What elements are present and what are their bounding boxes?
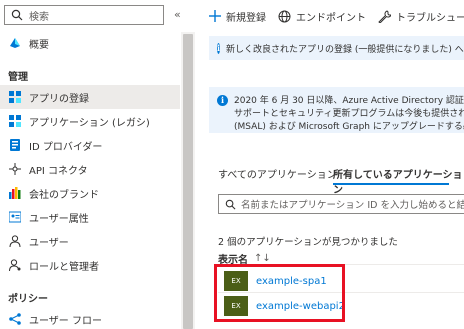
app-grid-icon: [9, 115, 21, 127]
sidebar-item-label: 会社のブランド: [29, 189, 99, 201]
sidebar-scrollbar-thumb[interactable]: [183, 34, 193, 329]
banner-line-3: (MSAL) および Microsoft Graph にアップグレードする必要が…: [234, 122, 464, 132]
tab-all-applications[interactable]: すべてのアプリケーション: [218, 166, 337, 181]
endpoints-button[interactable]: エンドポイント: [278, 9, 366, 24]
info-banner-new-registration[interactable]: i 新しく改良されたアプリの登録 (一般提供になりました) へようこそ: [209, 36, 464, 60]
sidebar-item-label: アプリケーション (レガシ): [29, 117, 150, 129]
sidebar-item-user-flows[interactable]: ユーザー フロー: [0, 307, 180, 329]
sidebar-item-user-attributes[interactable]: ユーザー属性: [0, 205, 180, 229]
branding-icon: [9, 187, 21, 199]
sidebar-item-app-registrations[interactable]: アプリの登録: [0, 85, 180, 109]
section-policy: ポリシー: [8, 294, 48, 305]
globe-icon: [278, 10, 291, 23]
results-count: 2 個のアプリケーションが見つかりました: [218, 237, 398, 248]
azure-ad-icon: [9, 37, 21, 49]
app-grid-icon: [9, 91, 21, 103]
filter-placeholder: 名前またはアプリケーション ID を入力し始めると結果がフィルタ: [241, 200, 464, 211]
sidebar-item-api-connectors[interactable]: API コネクタ: [0, 157, 180, 181]
banner-line-1-text: 2020 年 6 月 30 日以降、Azure Active Directory…: [234, 96, 464, 106]
search-icon: [11, 9, 23, 21]
command-bar: 新規登録 エンドポイント トラブルシューティング: [208, 0, 464, 32]
banner-line-2: サポートとセキュリティ更新プログラムは今後も提供されます: [234, 109, 464, 119]
user-attributes-icon: [9, 211, 21, 223]
banner-line-1: i 2020 年 6 月 30 日以降、Azure Active Director…: [217, 95, 464, 108]
sidebar-item-label: ユーザー フロー: [29, 315, 102, 327]
plus-icon: [208, 10, 221, 23]
troubleshooting-button[interactable]: トラブルシューティング: [378, 9, 464, 24]
sidebar-item-company-branding[interactable]: 会社のブランド: [0, 181, 180, 205]
user-flow-icon: [9, 313, 21, 325]
id-provider-icon: [9, 139, 21, 151]
search-icon: [225, 199, 236, 209]
collapse-sidebar-button[interactable]: «: [174, 8, 181, 21]
info-icon: i: [217, 95, 228, 106]
filter-input[interactable]: 名前またはアプリケーション ID を入力し始めると結果がフィルタ: [218, 194, 464, 214]
sidebar-item-label: アプリの登録: [29, 93, 89, 105]
banner-text: 新しく改良されたアプリの登録 (一般提供になりました) へようこそ: [226, 44, 464, 55]
sort-icon[interactable]: ↑↓: [254, 253, 271, 264]
sidebar-item-label: ユーザー: [29, 237, 69, 249]
search-placeholder: 検索: [29, 11, 49, 23]
connector-icon: [9, 163, 21, 175]
sidebar-item-label: ユーザー属性: [29, 213, 89, 225]
sidebar-search-input[interactable]: 検索: [4, 5, 164, 25]
sidebar-item-label: API コネクタ: [29, 165, 88, 177]
sidebar-item-identity-providers[interactable]: ID プロバイダー: [0, 133, 180, 157]
sidebar-item-label: 概要: [29, 39, 49, 51]
troubleshooting-label: トラブルシューティング: [396, 12, 464, 24]
endpoints-label: エンドポイント: [296, 12, 366, 24]
section-manage: 管理: [8, 72, 28, 83]
roles-icon: [9, 259, 21, 271]
sidebar: 検索 « 概要 管理 アプリの登録 アプリケーション (レガシ) ID プロバイ…: [0, 0, 195, 329]
wrench-icon: [378, 9, 391, 23]
active-tab-indicator: [333, 183, 449, 185]
highlight-annotation-box: [214, 264, 345, 322]
user-icon: [9, 235, 21, 247]
info-banner-adal-deprecation[interactable]: i 2020 年 6 月 30 日以降、Azure Active Director…: [209, 87, 464, 133]
sidebar-item-roles-admins[interactable]: ロールと管理者: [0, 253, 180, 277]
sidebar-item-applications-legacy[interactable]: アプリケーション (レガシ): [0, 109, 180, 133]
tab-owned-applications[interactable]: 所有しているアプリケーション: [333, 166, 464, 196]
sidebar-item-users[interactable]: ユーザー: [0, 229, 180, 253]
sidebar-item-overview[interactable]: 概要: [0, 31, 180, 55]
sidebar-item-label: ロールと管理者: [29, 261, 99, 273]
new-registration-label: 新規登録: [226, 12, 266, 24]
new-registration-button[interactable]: 新規登録: [208, 9, 266, 24]
info-icon: i: [217, 42, 221, 54]
sidebar-item-label: ID プロバイダー: [29, 141, 103, 153]
